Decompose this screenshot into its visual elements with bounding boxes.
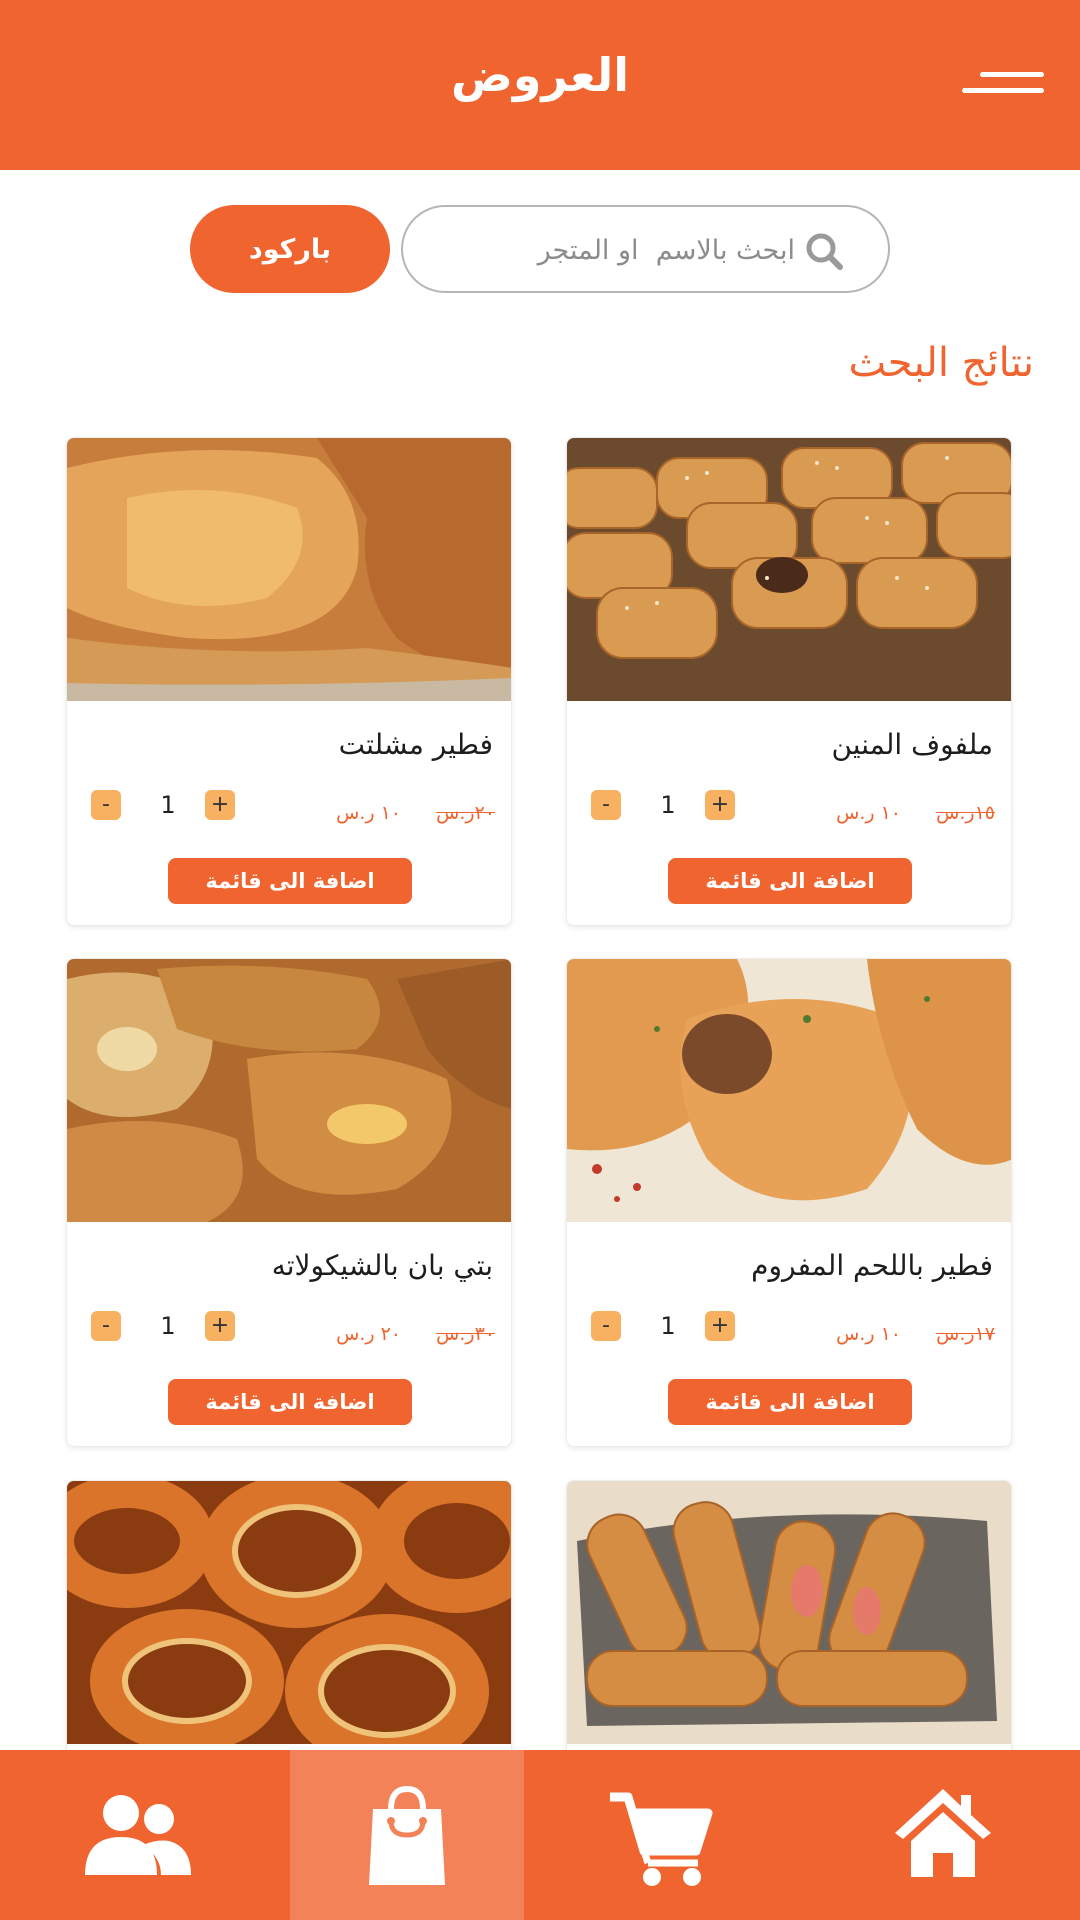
barcode-button[interactable]: باركود	[190, 205, 390, 293]
bottom-navigation	[0, 1750, 1080, 1920]
users-icon	[85, 1795, 191, 1875]
product-card[interactable]: فطير مشلتت ٢٠ر.س ١٠ ر.س + 1 - اضافة الى …	[66, 437, 512, 926]
add-to-list-button[interactable]: اضافة الى قائمة	[168, 1379, 412, 1425]
product-image	[567, 438, 1011, 701]
qty-minus-button[interactable]: -	[591, 1311, 621, 1341]
new-price: ١٠ ر.س	[836, 1323, 901, 1345]
page-title: العروض	[450, 48, 630, 102]
product-name: فطير باللحم المفروم	[751, 1249, 993, 1282]
qty-value: 1	[660, 791, 676, 819]
product-image	[67, 959, 511, 1222]
nav-cart[interactable]	[543, 1750, 777, 1920]
hamburger-menu-icon[interactable]	[962, 70, 1044, 96]
qty-plus-button[interactable]: +	[705, 1311, 735, 1341]
old-price: ١٧ر.س	[936, 1323, 995, 1345]
cart-icon	[610, 1792, 713, 1886]
qty-minus-button[interactable]: -	[591, 790, 621, 820]
product-name: بتي بان بالشيكولاته	[271, 1249, 493, 1282]
search-bar[interactable]	[401, 205, 890, 293]
old-price: ٣٠ر.س	[436, 1323, 495, 1345]
search-input[interactable]	[423, 227, 795, 273]
product-image	[67, 438, 511, 701]
qty-plus-button[interactable]: +	[205, 790, 235, 820]
new-price: ١٠ ر.س	[336, 802, 401, 824]
product-image	[567, 959, 1011, 1222]
nav-home[interactable]	[826, 1750, 1060, 1920]
product-card[interactable]: فطير باللحم المفروم ١٧ر.س ١٠ ر.س + 1 - ا…	[566, 958, 1012, 1447]
new-price: ٢٠ ر.س	[336, 1323, 401, 1345]
product-card[interactable]: ملفوف المنين ١٥ر.س ١٠ ر.س + 1 - اضافة ال…	[566, 437, 1012, 926]
add-to-list-button[interactable]: اضافة الى قائمة	[668, 858, 912, 904]
old-price: ٢٠ر.س	[436, 802, 495, 824]
home-icon	[895, 1789, 991, 1877]
qty-minus-button[interactable]: -	[91, 1311, 121, 1341]
product-name: ملفوف المنين	[831, 728, 993, 761]
shopping-bag-icon	[369, 1785, 445, 1885]
qty-value: 1	[160, 791, 176, 819]
product-card[interactable]	[66, 1480, 512, 1780]
top-app-bar: العروض	[0, 0, 1080, 170]
product-image	[567, 1481, 1011, 1744]
qty-value: 1	[160, 1312, 176, 1340]
old-price: ١٥ر.س	[936, 802, 995, 824]
product-card[interactable]	[566, 1480, 1012, 1780]
qty-minus-button[interactable]: -	[91, 790, 121, 820]
product-name: فطير مشلتت	[338, 728, 493, 761]
qty-plus-button[interactable]: +	[705, 790, 735, 820]
add-to-list-button[interactable]: اضافة الى قائمة	[668, 1379, 912, 1425]
add-to-list-button[interactable]: اضافة الى قائمة	[168, 858, 412, 904]
qty-value: 1	[660, 1312, 676, 1340]
nav-offers[interactable]	[290, 1750, 524, 1920]
new-price: ١٠ ر.س	[836, 802, 901, 824]
product-image	[67, 1481, 511, 1744]
results-heading: نتائج البحث	[848, 340, 1034, 386]
product-card[interactable]: بتي بان بالشيكولاته ٣٠ر.س ٢٠ ر.س + 1 - ا…	[66, 958, 512, 1447]
nav-users[interactable]	[20, 1750, 254, 1920]
search-icon[interactable]	[804, 231, 844, 271]
qty-plus-button[interactable]: +	[205, 1311, 235, 1341]
